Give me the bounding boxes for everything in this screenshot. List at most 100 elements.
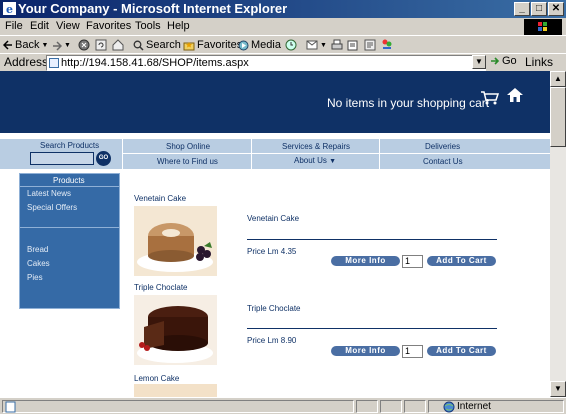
- scroll-up-icon[interactable]: ▲: [550, 71, 566, 87]
- nav-shop-online[interactable]: Shop Online: [166, 142, 210, 151]
- ie-app-icon: e: [3, 2, 16, 15]
- search-products-label: Search Products: [40, 141, 100, 150]
- history-icon[interactable]: [285, 39, 297, 51]
- lemon-cake-image[interactable]: [134, 384, 217, 397]
- address-input[interactable]: http://194.158.41.68/SHOP/items.aspx: [46, 55, 486, 71]
- shopping-cart-icon[interactable]: [480, 91, 500, 105]
- title-bar: e Your Company - Microsoft Internet Expl…: [0, 0, 566, 18]
- chevron-down-icon: ▼: [329, 158, 337, 165]
- nav-contact-us[interactable]: Contact Us: [423, 157, 463, 166]
- home-icon[interactable]: [506, 87, 524, 103]
- status-pane: [404, 400, 426, 413]
- status-bar: Internet: [0, 397, 566, 414]
- product-link[interactable]: Lemon Cake: [134, 374, 179, 383]
- search-products-input[interactable]: [30, 152, 94, 165]
- product-price: Price Lm 4.35: [247, 247, 297, 256]
- security-zone-label: Internet: [457, 401, 491, 412]
- sidebar-item-special-offers[interactable]: Special Offers: [27, 203, 77, 212]
- forward-arrow-icon[interactable]: [52, 41, 62, 51]
- nav-services-repairs[interactable]: Services & Repairs: [282, 142, 350, 151]
- mail-dropdown-icon[interactable]: ▼: [320, 42, 327, 49]
- nav-about-us[interactable]: About Us ▼: [294, 156, 336, 165]
- page-status-icon: [5, 401, 16, 413]
- back-dropdown-icon: ▼: [41, 41, 49, 49]
- sidebar-item-latest-news[interactable]: Latest News: [27, 189, 71, 198]
- page-viewport: No items in your shopping cart Search Pr…: [0, 71, 550, 397]
- sidebar-title: Products: [53, 176, 85, 185]
- address-dropdown-icon[interactable]: ▼: [472, 55, 486, 69]
- status-pane: [380, 400, 402, 413]
- sidebar-item-cakes[interactable]: Cakes: [27, 259, 50, 268]
- minimize-button[interactable]: _: [514, 2, 530, 16]
- more-info-button[interactable]: More Info: [331, 256, 400, 266]
- menu-view[interactable]: View: [56, 20, 80, 32]
- address-url: http://194.158.41.68/SHOP/items.aspx: [61, 57, 249, 69]
- media-button[interactable]: Media: [238, 39, 281, 51]
- search-label: Search: [146, 39, 181, 51]
- product-title: Venetain Cake: [247, 214, 300, 223]
- scroll-thumb[interactable]: [550, 87, 566, 147]
- edit-icon[interactable]: [347, 39, 359, 51]
- add-to-cart-button[interactable]: Add To Cart: [427, 256, 496, 266]
- status-pane-main: [2, 400, 354, 413]
- product-link[interactable]: Venetain Cake: [134, 194, 186, 203]
- refresh-icon[interactable]: [95, 39, 107, 51]
- menu-help[interactable]: Help: [167, 20, 190, 32]
- main-nav: Search Products GO Shop Online Services …: [0, 139, 550, 169]
- back-arrow-icon: [3, 40, 12, 50]
- menu-file[interactable]: File: [5, 20, 23, 32]
- product-title: Triple Choclate: [247, 304, 301, 313]
- menu-edit[interactable]: Edit: [30, 20, 49, 32]
- go-arrow-icon: [491, 57, 500, 65]
- favorites-label: Favorites: [197, 39, 243, 51]
- quantity-input[interactable]: 1: [402, 255, 423, 268]
- stop-icon[interactable]: [78, 39, 90, 51]
- go-button[interactable]: Go: [490, 55, 517, 67]
- nav-divider: [251, 139, 252, 169]
- nav-row-divider: [123, 153, 550, 154]
- menu-tools[interactable]: Tools: [135, 20, 161, 32]
- home-toolbar-icon[interactable]: [112, 39, 124, 51]
- back-button[interactable]: Back ▼: [3, 39, 48, 51]
- svg-text:e: e: [6, 3, 13, 15]
- search-go-button[interactable]: GO: [96, 151, 111, 166]
- window-title: Your Company - Microsoft Internet Explor…: [18, 1, 288, 16]
- go-label: Go: [502, 55, 517, 67]
- nav-divider: [379, 139, 380, 169]
- about-us-label: About Us: [294, 156, 327, 165]
- restore-button[interactable]: □: [531, 2, 547, 16]
- search-button[interactable]: Search: [133, 39, 181, 51]
- sidebar-item-pies[interactable]: Pies: [27, 273, 43, 282]
- triple-choclate-image[interactable]: [134, 295, 217, 365]
- messenger-icon[interactable]: [381, 38, 393, 51]
- quantity-input[interactable]: 1: [402, 345, 423, 358]
- product-sidebar: Products Latest News Special Offers Brea…: [19, 173, 120, 309]
- links-button[interactable]: Links: [525, 55, 553, 69]
- sidebar-divider: [20, 186, 119, 187]
- forward-dropdown-icon[interactable]: ▼: [64, 42, 71, 49]
- status-pane-zone: [428, 400, 564, 413]
- product-divider: [247, 239, 497, 240]
- print-icon[interactable]: [331, 39, 343, 51]
- add-to-cart-button[interactable]: Add To Cart: [427, 346, 496, 356]
- product-link[interactable]: Triple Choclate: [134, 283, 188, 292]
- favorites-icon: [183, 41, 195, 50]
- menu-bar: File Edit View Favorites Tools Help: [0, 18, 566, 35]
- product-divider: [247, 328, 497, 329]
- sidebar-item-bread[interactable]: Bread: [27, 245, 48, 254]
- scroll-down-icon[interactable]: ▼: [550, 381, 566, 397]
- more-info-button[interactable]: More Info: [331, 346, 400, 356]
- discuss-icon[interactable]: [364, 39, 376, 51]
- media-label: Media: [251, 39, 281, 51]
- nav-deliveries[interactable]: Deliveries: [425, 142, 460, 151]
- vertical-scrollbar[interactable]: ▲ ▼: [550, 71, 566, 397]
- menu-favorites[interactable]: Favorites: [86, 20, 131, 32]
- mail-icon[interactable]: [306, 39, 320, 51]
- search-icon: [133, 40, 144, 51]
- close-button[interactable]: ✕: [548, 2, 564, 16]
- address-label: Address: [4, 55, 49, 69]
- favorites-button[interactable]: Favorites: [183, 39, 242, 51]
- nav-where-to-find-us[interactable]: Where to Find us: [157, 157, 218, 166]
- venetain-cake-image[interactable]: [134, 206, 217, 276]
- internet-globe-icon: [443, 401, 455, 413]
